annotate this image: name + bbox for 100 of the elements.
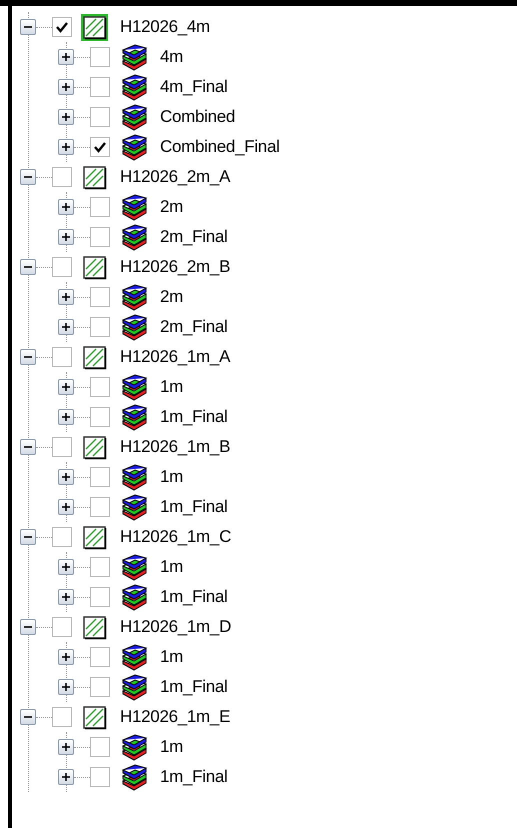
plus-icon (62, 773, 70, 781)
minus-icon (24, 23, 32, 31)
expand-toggle[interactable] (58, 769, 74, 785)
layer-name[interactable]: 1m_Final (160, 407, 228, 427)
layer-name[interactable]: H12026_1m_B (120, 437, 230, 457)
expand-toggle[interactable] (58, 559, 74, 575)
expand-toggle[interactable] (58, 109, 74, 125)
checkbox[interactable] (90, 197, 110, 217)
plus-icon (62, 203, 70, 211)
expand-toggle[interactable] (58, 289, 74, 305)
checkbox[interactable] (52, 527, 72, 547)
minus-icon (24, 623, 32, 631)
checkbox[interactable] (90, 137, 110, 157)
checkbox[interactable] (52, 437, 72, 457)
expand-toggle[interactable] (58, 379, 74, 395)
checkbox[interactable] (90, 647, 110, 667)
plus-icon (62, 383, 70, 391)
expand-toggle[interactable] (58, 739, 74, 755)
expand-toggle[interactable] (58, 409, 74, 425)
layer-name[interactable]: H12026_2m_A (120, 167, 230, 187)
layer-name[interactable]: H12026_1m_E (120, 707, 230, 727)
checkbox[interactable] (90, 767, 110, 787)
layer-name[interactable]: 1m_Final (160, 767, 228, 787)
checkbox[interactable] (90, 317, 110, 337)
layer-name[interactable]: 1m (160, 377, 184, 397)
checkbox[interactable] (90, 407, 110, 427)
checkbox[interactable] (90, 587, 110, 607)
layer-name[interactable]: 2m_Final (160, 227, 228, 247)
checkbox[interactable] (52, 167, 72, 187)
layer-name[interactable]: Combined (160, 107, 236, 127)
checkbox[interactable] (52, 347, 72, 367)
expand-toggle[interactable] (58, 469, 74, 485)
layer-name[interactable]: 1m (160, 647, 184, 667)
plus-icon (62, 743, 70, 751)
expand-toggle[interactable] (58, 49, 74, 65)
expand-toggle[interactable] (58, 319, 74, 335)
layer-name[interactable]: 1m_Final (160, 587, 228, 607)
expand-toggle[interactable] (58, 589, 74, 605)
checkbox[interactable] (90, 737, 110, 757)
expand-toggle[interactable] (20, 169, 36, 185)
plus-icon (62, 143, 70, 151)
layer-name[interactable]: H12026_4m (120, 17, 210, 37)
layer-name[interactable]: 2m (160, 197, 184, 217)
plus-icon (62, 83, 70, 91)
layer-name[interactable]: H12026_2m_B (120, 257, 230, 277)
layer-name[interactable]: 2m (160, 287, 184, 307)
expand-toggle[interactable] (20, 439, 36, 455)
layer-name[interactable]: H12026_1m_D (120, 617, 232, 637)
minus-icon (24, 443, 32, 451)
layer-name[interactable]: 1m (160, 467, 184, 487)
checkbox[interactable] (52, 707, 72, 727)
expand-toggle[interactable] (20, 259, 36, 275)
plus-icon (62, 113, 70, 121)
plus-icon (62, 413, 70, 421)
checkbox[interactable] (52, 17, 72, 37)
checkbox[interactable] (90, 77, 110, 97)
checkbox[interactable] (90, 287, 110, 307)
layer-name[interactable]: 1m_Final (160, 677, 228, 697)
layer-name[interactable]: 4m (160, 47, 184, 67)
checkbox[interactable] (90, 467, 110, 487)
expand-toggle[interactable] (20, 709, 36, 725)
checkbox[interactable] (90, 677, 110, 697)
checkbox[interactable] (90, 107, 110, 127)
expand-toggle[interactable] (58, 229, 74, 245)
expand-toggle[interactable] (20, 19, 36, 35)
minus-icon (24, 353, 32, 361)
plus-icon (62, 683, 70, 691)
checkbox[interactable] (90, 377, 110, 397)
expand-toggle[interactable] (58, 139, 74, 155)
check-icon (94, 142, 106, 152)
checkbox[interactable] (90, 497, 110, 517)
layer-name[interactable]: 1m (160, 557, 184, 577)
checkbox[interactable] (90, 227, 110, 247)
minus-icon (24, 173, 32, 181)
expand-toggle[interactable] (58, 79, 74, 95)
layer-name[interactable]: H12026_1m_C (120, 527, 232, 547)
expand-toggle[interactable] (58, 649, 74, 665)
plus-icon (62, 503, 70, 511)
layer-name[interactable]: 2m_Final (160, 317, 228, 337)
plus-icon (62, 53, 70, 61)
layer-name[interactable]: Combined_Final (160, 137, 280, 157)
checkbox[interactable] (90, 47, 110, 67)
layer-name[interactable]: H12026_1m_A (120, 347, 230, 367)
checkbox[interactable] (90, 557, 110, 577)
expand-toggle[interactable] (58, 199, 74, 215)
layer-name[interactable]: 1m (160, 737, 184, 757)
plus-icon (62, 293, 70, 301)
expand-toggle[interactable] (58, 499, 74, 515)
plus-icon (62, 323, 70, 331)
plus-icon (62, 473, 70, 481)
expand-toggle[interactable] (58, 679, 74, 695)
layer-name[interactable]: 1m_Final (160, 497, 228, 517)
layer-name[interactable]: 4m_Final (160, 77, 228, 97)
expand-toggle[interactable] (20, 349, 36, 365)
expand-toggle[interactable] (20, 529, 36, 545)
expand-toggle[interactable] (20, 619, 36, 635)
checkbox[interactable] (52, 617, 72, 637)
minus-icon (24, 263, 32, 271)
checkbox[interactable] (52, 257, 72, 277)
minus-icon (24, 713, 32, 721)
